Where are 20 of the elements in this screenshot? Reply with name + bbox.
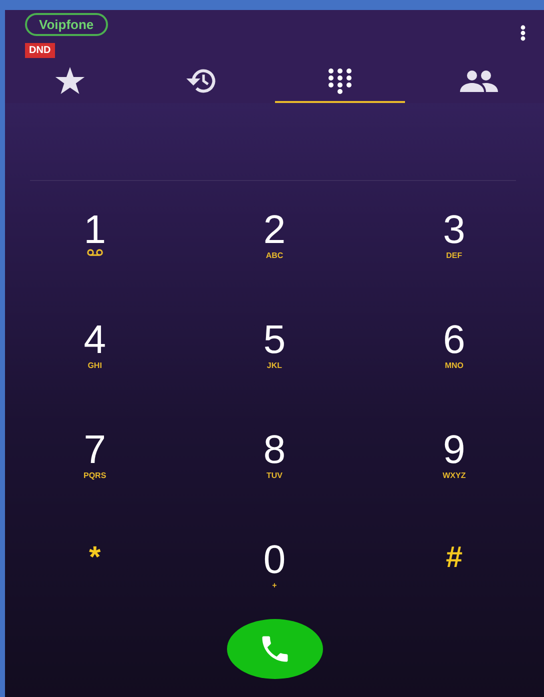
keypad-key[interactable]: 5 JKL bbox=[184, 313, 364, 423]
keypad-key[interactable]: 1 bbox=[5, 203, 185, 313]
keypad-key[interactable]: 3 DEF bbox=[364, 203, 544, 313]
dnd-badge: DND bbox=[25, 43, 55, 58]
keypad-key[interactable]: # bbox=[364, 533, 544, 595]
star-icon bbox=[55, 67, 86, 95]
keypad-key[interactable]: 2 ABC bbox=[184, 203, 364, 313]
overflow-menu-icon[interactable] bbox=[520, 25, 526, 41]
dialpad-icon bbox=[326, 68, 353, 94]
history-icon bbox=[184, 67, 218, 95]
people-icon bbox=[460, 70, 498, 92]
keypad-key[interactable]: 7 PQRS bbox=[5, 423, 185, 533]
keypad-key[interactable]: * bbox=[5, 533, 185, 595]
keypad-key[interactable]: 6 MNO bbox=[364, 313, 544, 423]
keypad-key[interactable]: 0 + bbox=[184, 533, 364, 595]
keypad-key[interactable]: 4 GHI bbox=[5, 313, 185, 423]
account-chip[interactable]: Voipfone bbox=[25, 13, 108, 36]
voicemail-icon bbox=[86, 249, 103, 256]
keypad-key[interactable]: 9 WXYZ bbox=[364, 423, 544, 533]
keypad-key[interactable]: 8 TUV bbox=[184, 423, 364, 533]
